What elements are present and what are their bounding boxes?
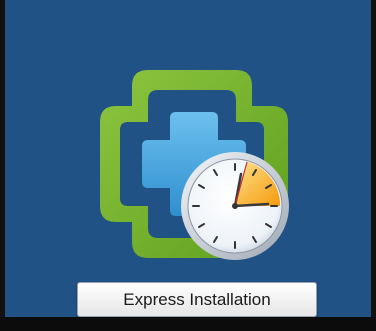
vcenter-install-clock-icon	[100, 70, 289, 260]
express-installation-button[interactable]: Express Installation	[77, 282, 317, 317]
clock-icon	[181, 152, 289, 260]
express-install-icon	[96, 66, 292, 262]
bottom-strip	[0, 317, 376, 331]
installer-panel: Express Installation	[5, 0, 371, 317]
